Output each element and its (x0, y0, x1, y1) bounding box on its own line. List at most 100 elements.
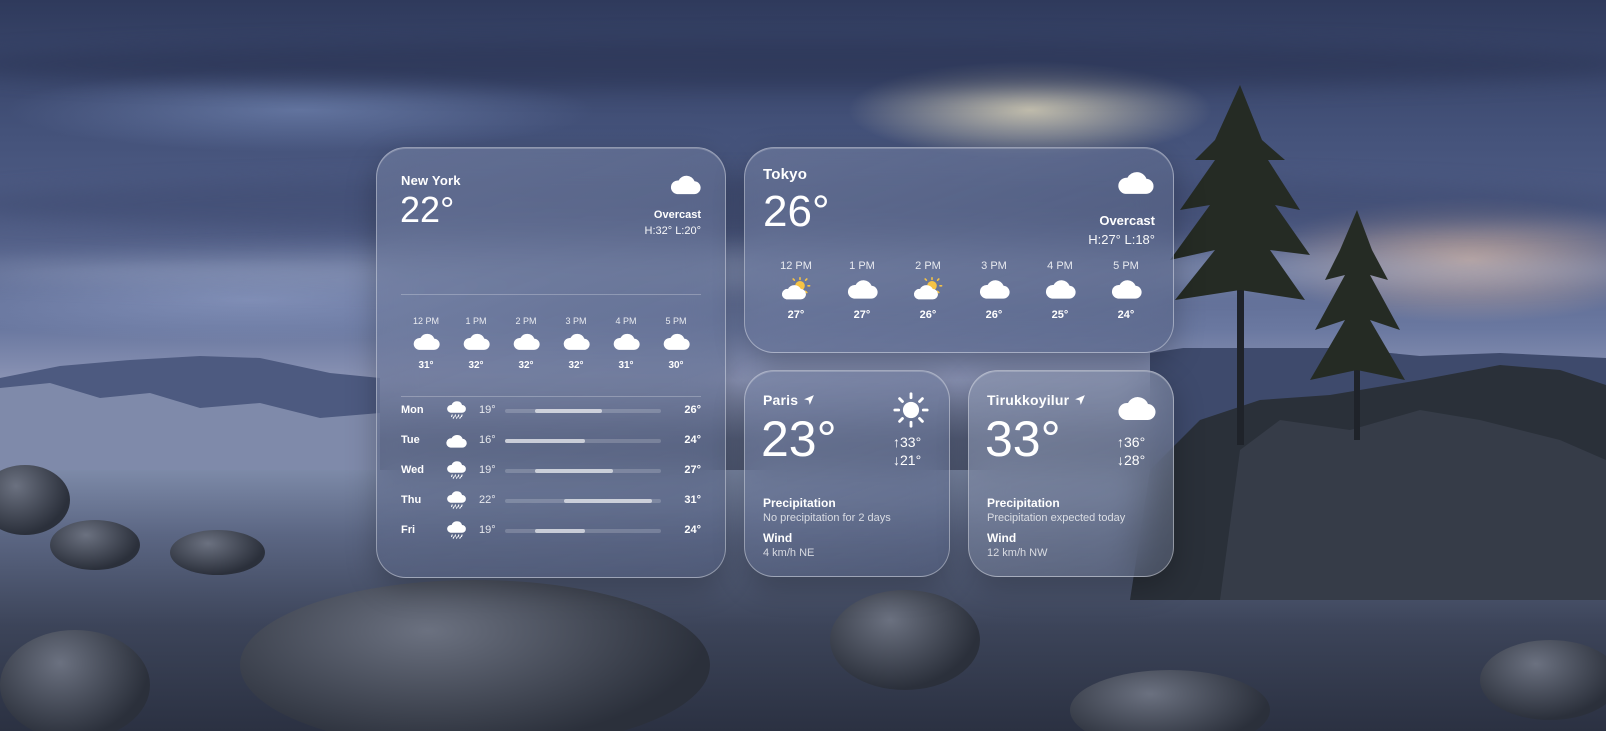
high-low: ↑36° ↓28° (1117, 433, 1145, 469)
hour-label: 3 PM (565, 316, 587, 326)
arrow-down-icon: ↓ (893, 452, 900, 468)
hour-item: 5 PM 30° (651, 316, 701, 371)
city-name: Paris (763, 392, 799, 408)
location-arrow-icon (803, 394, 815, 406)
hour-temp: 26° (919, 309, 937, 321)
hour-label: 4 PM (615, 316, 637, 326)
precipitation-label: Precipitation (987, 496, 1060, 510)
current-temp: 33° (985, 411, 1061, 467)
daily-row: Fri 19° 24° (401, 521, 701, 543)
cloud-rain-icon (445, 491, 467, 510)
hour-label: 2 PM (915, 260, 941, 272)
hour-label: 12 PM (412, 316, 439, 326)
temp-range-bar (505, 409, 661, 413)
location-arrow-icon (1074, 394, 1086, 406)
city-name: Tokyo (763, 166, 808, 183)
arrow-down-icon: ↓ (1117, 452, 1124, 468)
wind-label: Wind (987, 531, 1017, 545)
precipitation-label: Precipitation (763, 496, 836, 510)
high-temp-row: ↑33° (893, 433, 921, 451)
daily-row: Tue 16° 24° (401, 431, 701, 453)
temp-range-fill (534, 409, 602, 413)
low-temp-row: ↓21° (893, 451, 921, 469)
daily-row: Thu 22° 31° (401, 491, 701, 513)
hour-label: 1 PM (465, 316, 487, 326)
hour-item: 2 PM 32° (501, 316, 551, 371)
hour-temp: 27° (787, 309, 805, 321)
hour-label: 3 PM (981, 260, 1007, 272)
cloud-icon (846, 277, 878, 301)
new-york-weather-widget[interactable]: New York 22° Overcast H:32° L:20° 12 PM … (376, 147, 726, 578)
hour-item: 2 PM 26° (895, 260, 961, 321)
hour-temp: 32° (468, 360, 484, 371)
hour-temp: 31° (618, 360, 634, 371)
paris-weather-widget[interactable]: Paris 23° ↑33° ↓21° Precipitation No pre… (744, 370, 950, 577)
tree-island (1130, 85, 1606, 600)
hour-item: 12 PM 31° (401, 316, 451, 371)
arrow-up-icon: ↑ (1117, 434, 1124, 450)
cloud-icon (462, 332, 490, 351)
wallpaper (0, 0, 1606, 731)
high-temp: 36° (1124, 434, 1146, 450)
high-low-text: H:27° L:18° (1088, 232, 1155, 247)
day-name: Tue (401, 434, 420, 446)
hour-label: 1 PM (849, 260, 875, 272)
hour-item: 3 PM 26° (961, 260, 1027, 321)
partly-sunny-icon (912, 277, 944, 301)
city-name: Tirukkoyilur (987, 392, 1070, 408)
temp-range-fill (534, 529, 585, 533)
hour-label: 5 PM (665, 316, 687, 326)
day-low: 16° (479, 434, 496, 446)
tirukkoyilur-weather-widget[interactable]: Tirukkoyilur 33° ↑36° ↓28° Precipitation… (968, 370, 1174, 577)
hour-item: 4 PM 25° (1027, 260, 1093, 321)
high-low-text: H:32° L:20° (644, 225, 702, 237)
hour-temp: 27° (853, 309, 871, 321)
low-temp: 21° (900, 452, 922, 468)
day-name: Thu (401, 494, 422, 506)
hour-temp: 30° (668, 360, 684, 371)
daily-row: Mon 19° 26° (401, 401, 701, 423)
high-low: ↑33° ↓21° (893, 433, 921, 469)
tokyo-weather-widget[interactable]: Tokyo 26° Overcast H:27° L:18° 12 PM 27°… (744, 147, 1174, 353)
hour-item: 5 PM 24° (1093, 260, 1159, 321)
day-high: 27° (684, 464, 701, 476)
hour-temp: 32° (568, 360, 584, 371)
hour-temp: 31° (418, 360, 434, 371)
day-low: 19° (479, 464, 496, 476)
cloud-icon (1044, 277, 1076, 301)
current-temp: 26° (763, 187, 830, 236)
temp-range-bar (505, 469, 661, 473)
hour-label: 5 PM (1113, 260, 1139, 272)
precipitation-text: Precipitation expected today (987, 512, 1126, 524)
partly-sunny-icon (780, 277, 812, 301)
day-low: 19° (479, 524, 496, 536)
hour-label: 2 PM (515, 316, 537, 326)
hour-item: 1 PM 32° (451, 316, 501, 371)
condition-text: Overcast (1099, 213, 1155, 228)
day-high: 31° (684, 494, 701, 506)
city-name: New York (401, 173, 461, 188)
high-temp: 33° (900, 434, 922, 450)
low-temp: 28° (1124, 452, 1146, 468)
day-name: Wed (401, 464, 425, 476)
cloud-icon (612, 332, 640, 351)
cloud-rain-icon (445, 461, 467, 480)
current-temp: 22° (400, 189, 455, 230)
temp-range-bar (505, 499, 661, 503)
cloud-icon (512, 332, 540, 351)
day-name: Mon (401, 404, 424, 416)
temp-range-bar (505, 529, 661, 533)
divider (401, 294, 701, 295)
temp-range-fill (534, 469, 613, 473)
hour-item: 3 PM 32° (551, 316, 601, 371)
divider (401, 396, 701, 397)
low-temp-row: ↓28° (1117, 451, 1145, 469)
current-temp: 23° (761, 411, 837, 467)
wind-label: Wind (763, 531, 793, 545)
cloud-icon (1116, 170, 1154, 195)
hour-temp: 25° (1051, 309, 1069, 321)
cloud-rain-icon (445, 401, 467, 420)
cloud-icon (445, 433, 467, 449)
cloud-icon (662, 332, 690, 351)
temp-range-bar (505, 439, 661, 443)
